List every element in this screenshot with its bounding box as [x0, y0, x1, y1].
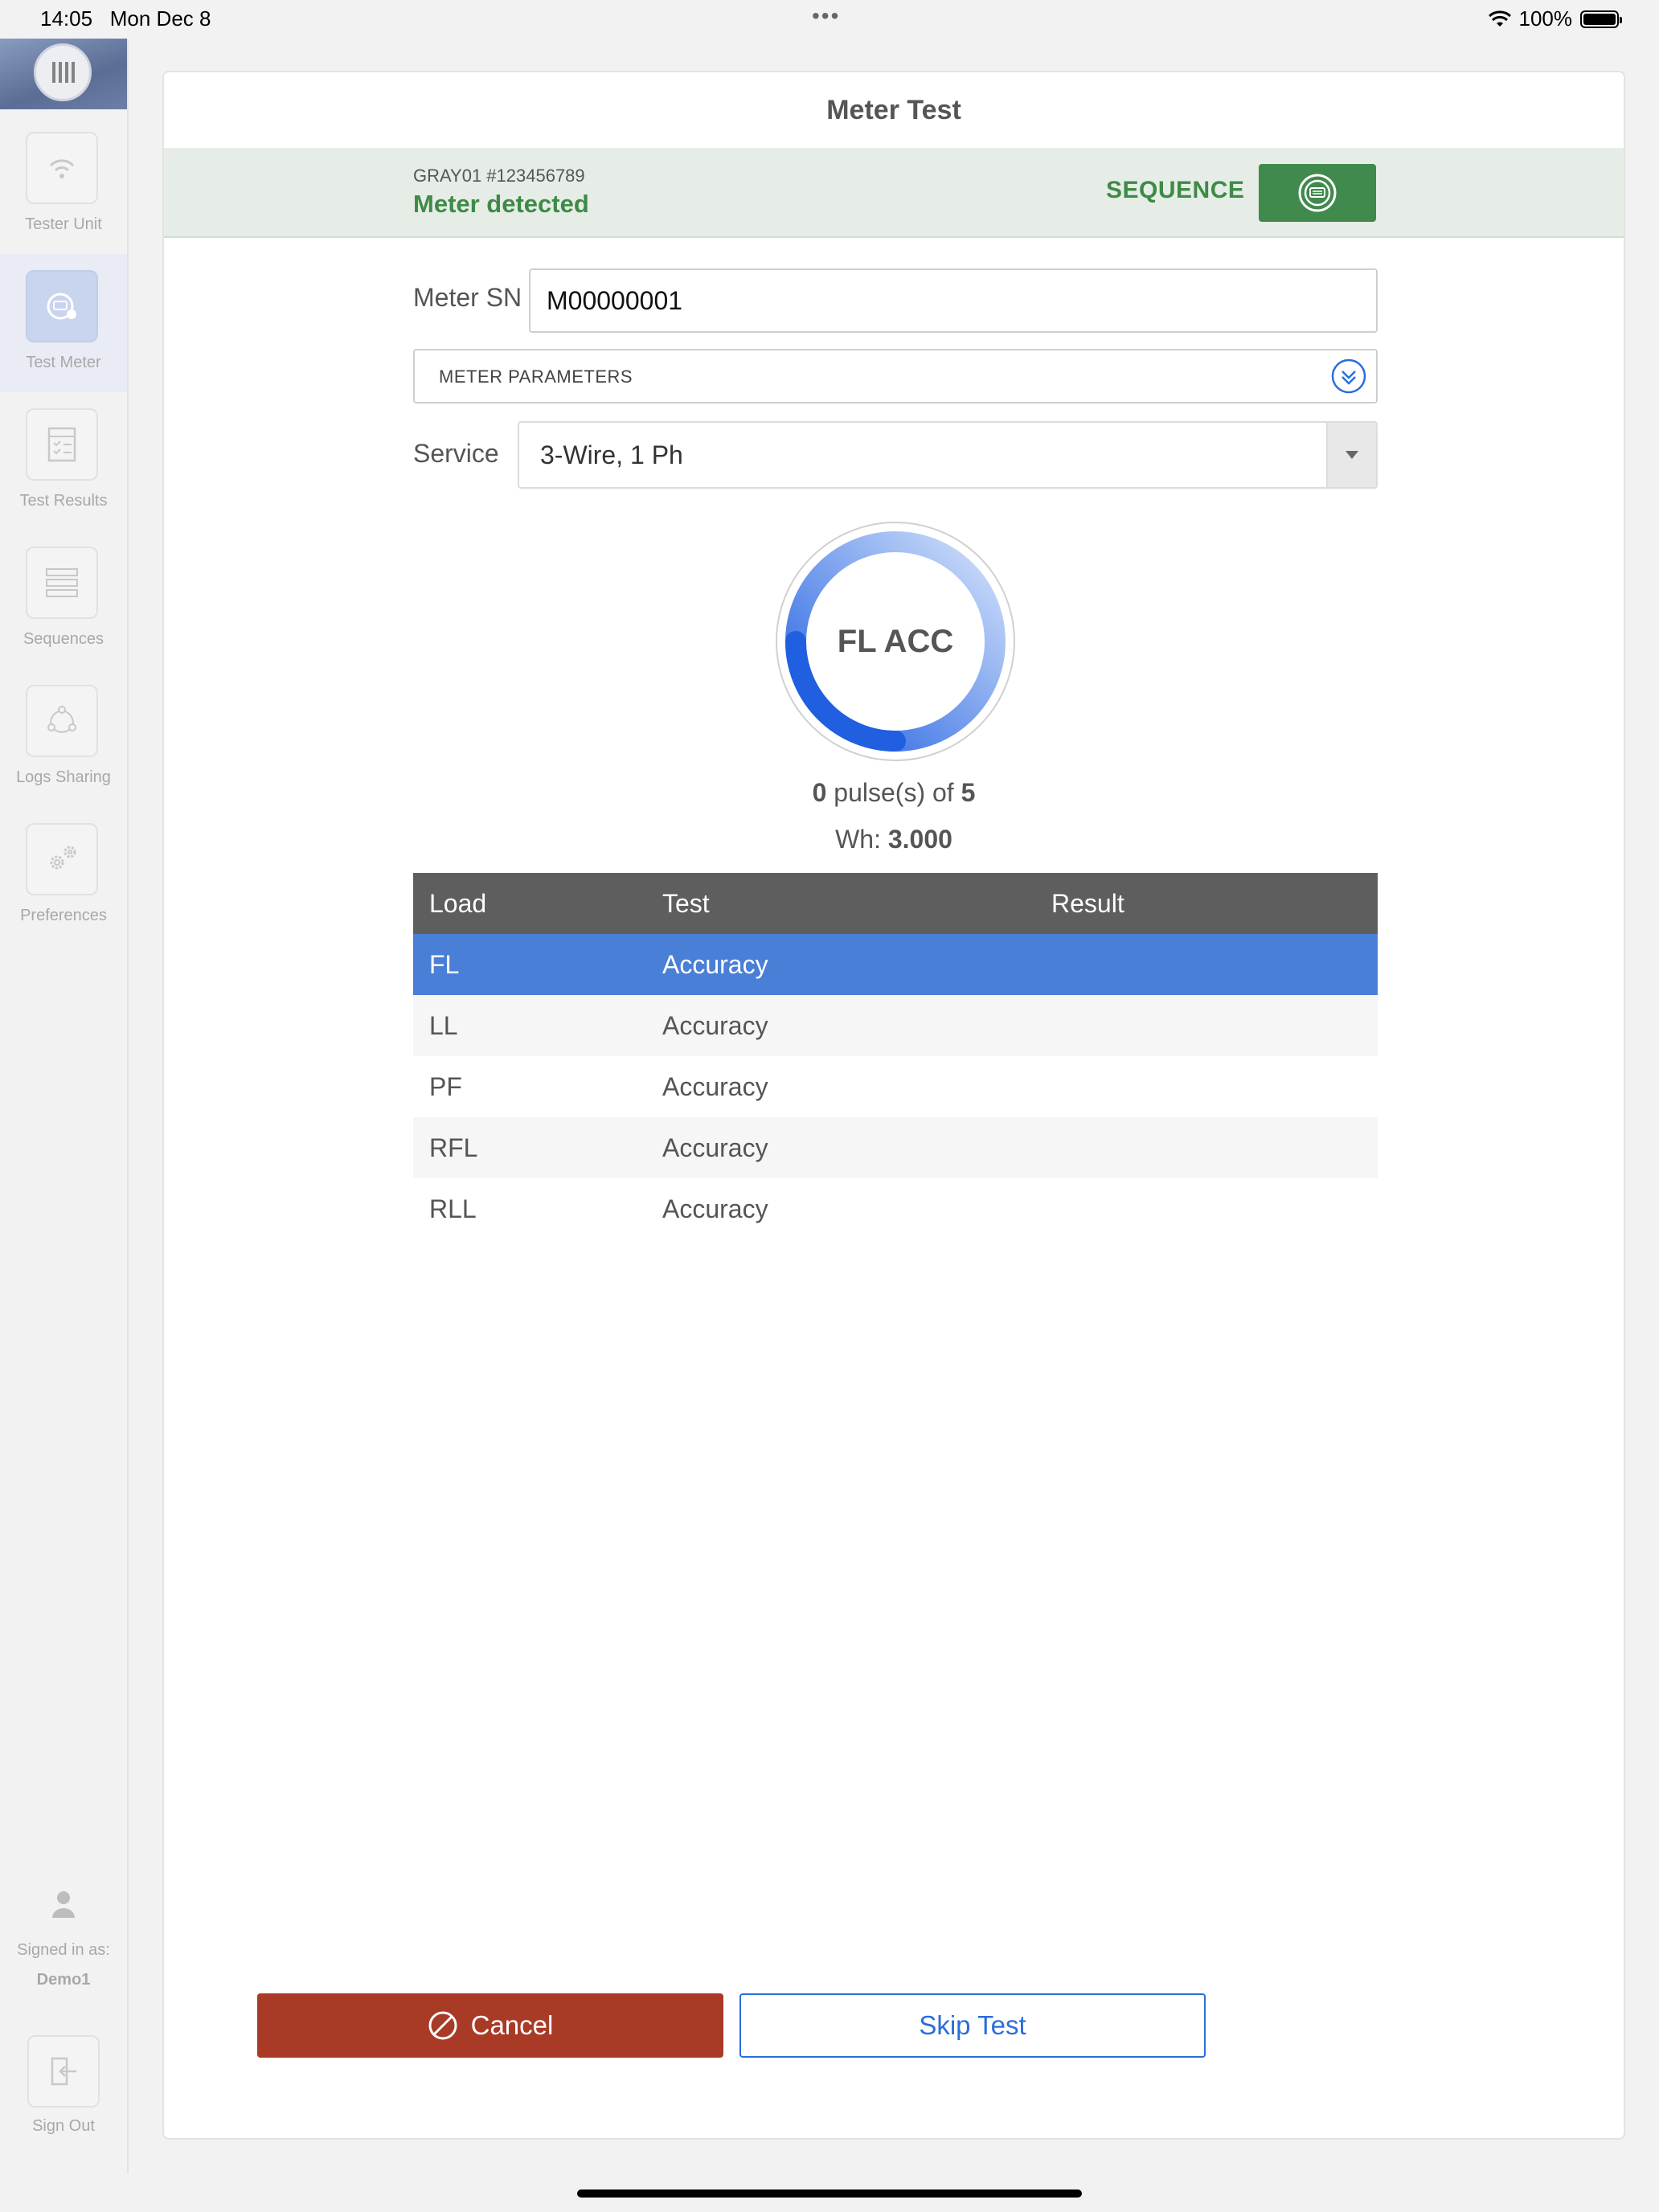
sequence-label: SEQUENCE [1106, 177, 1245, 203]
cell-test: Accuracy [662, 1194, 768, 1223]
sidebar-item-test-results[interactable]: Test Results [0, 392, 127, 530]
cell-load: FL [429, 949, 460, 979]
sidebar-item-label: Test Results [19, 492, 108, 510]
cancel-icon [428, 2011, 457, 2040]
column-header-test: Test [662, 888, 710, 918]
sidebar-item-label: Preferences [20, 907, 107, 924]
service-label: Service [413, 439, 499, 468]
share-icon [26, 685, 98, 757]
skip-test-label: Skip Test [919, 2010, 1026, 2040]
sidebar-item-label: Tester Unit [25, 215, 102, 233]
expand-chevron-icon[interactable] [1331, 358, 1366, 394]
meter-sn-label: Meter SN [413, 283, 522, 312]
logo-icon [34, 43, 92, 101]
page-title: Meter Test [164, 72, 1624, 150]
status-bar: 14:05 Mon Dec 8 ••• 100% [0, 0, 1659, 39]
cell-test: Accuracy [662, 1010, 768, 1040]
sign-out-button[interactable]: Sign Out [0, 2035, 127, 2136]
gauge-label: FL ACC [837, 624, 954, 659]
status-right: 100% [1488, 6, 1622, 31]
wh-readout: Wh: 3.000 [835, 825, 952, 854]
sequence-meter-icon [1298, 174, 1337, 212]
column-header-load: Load [429, 888, 487, 918]
device-id: GRAY01 #123456789 [413, 166, 585, 186]
pulse-counter: 0 pulse(s) of 5 [812, 778, 976, 807]
sidebar-item-preferences[interactable]: Preferences [0, 807, 127, 945]
table-header: Load Test Result [413, 873, 1378, 934]
cell-test: Accuracy [662, 1133, 768, 1162]
signed-in-user: Demo1 [36, 1971, 91, 1989]
dropdown-arrow-icon [1326, 423, 1376, 487]
test-table: Load Test Result FL Accuracy LL Accuracy… [413, 873, 1378, 1239]
home-indicator[interactable] [577, 2189, 1082, 2198]
table-row[interactable]: FL Accuracy [413, 934, 1378, 995]
cell-load: LL [429, 1010, 458, 1040]
column-header-result: Result [1051, 888, 1124, 918]
user-icon [52, 1891, 75, 1918]
sidebar-item-label: Logs Sharing [16, 768, 111, 786]
skip-test-button[interactable]: Skip Test [739, 1993, 1206, 2058]
table-row[interactable]: RFL Accuracy [413, 1117, 1378, 1178]
meter-icon [26, 270, 98, 342]
cancel-button[interactable]: Cancel [257, 1993, 723, 2058]
status-time: 14:05 Mon Dec 8 [40, 6, 211, 31]
sidebar-item-label: Test Meter [26, 354, 101, 371]
meter-sn-input[interactable]: M00000001 [529, 268, 1378, 333]
cell-load: RFL [429, 1133, 478, 1162]
app-logo [0, 39, 127, 109]
meter-status: Meter detected [413, 190, 589, 218]
sign-out-label: Sign Out [32, 2117, 95, 2135]
cell-test: Accuracy [662, 949, 768, 979]
gears-icon [26, 823, 98, 895]
signed-in-label: Signed in as: [17, 1941, 110, 1959]
battery-percent: 100% [1518, 6, 1573, 31]
cell-test: Accuracy [662, 1071, 768, 1101]
sign-out-icon [27, 2035, 100, 2108]
signed-in-info: Signed in as: Demo1 [0, 1887, 127, 1989]
sequence-button[interactable] [1259, 164, 1376, 222]
sequence-list-icon [26, 547, 98, 619]
service-select[interactable]: 3-Wire, 1 Ph [518, 421, 1378, 489]
meter-sn-row: Meter SN [413, 283, 522, 313]
pulse-gauge: FL ACC [773, 519, 1018, 764]
sidebar: Tester Unit Test Meter Test Results Sequ… [0, 39, 129, 2173]
sidebar-item-label: Sequences [23, 630, 104, 648]
wifi-icon [26, 132, 98, 204]
battery-icon [1580, 10, 1622, 28]
cell-load: RLL [429, 1194, 477, 1223]
service-row: Service [413, 439, 499, 469]
sidebar-item-tester-unit[interactable]: Tester Unit [0, 116, 127, 254]
sidebar-item-sequences[interactable]: Sequences [0, 530, 127, 669]
cell-load: PF [429, 1071, 462, 1101]
multitask-dots[interactable]: ••• [812, 3, 840, 29]
table-row[interactable]: RLL Accuracy [413, 1178, 1378, 1239]
checklist-icon [26, 408, 98, 481]
sidebar-item-logs-sharing[interactable]: Logs Sharing [0, 669, 127, 807]
meter-parameters-label: METER PARAMETERS [439, 367, 633, 387]
device-status-banner: GRAY01 #123456789 Meter detected SEQUENC… [164, 148, 1624, 238]
cancel-label: Cancel [470, 2010, 554, 2040]
service-value: 3-Wire, 1 Ph [540, 440, 683, 469]
sidebar-item-test-meter[interactable]: Test Meter [0, 254, 127, 392]
wifi-status-icon [1488, 10, 1511, 27]
table-row[interactable]: PF Accuracy [413, 1056, 1378, 1117]
meter-parameters-dropdown[interactable]: METER PARAMETERS [413, 349, 1378, 403]
table-row[interactable]: LL Accuracy [413, 995, 1378, 1056]
meter-test-card: Meter Test GRAY01 #123456789 Meter detec… [162, 71, 1625, 2140]
